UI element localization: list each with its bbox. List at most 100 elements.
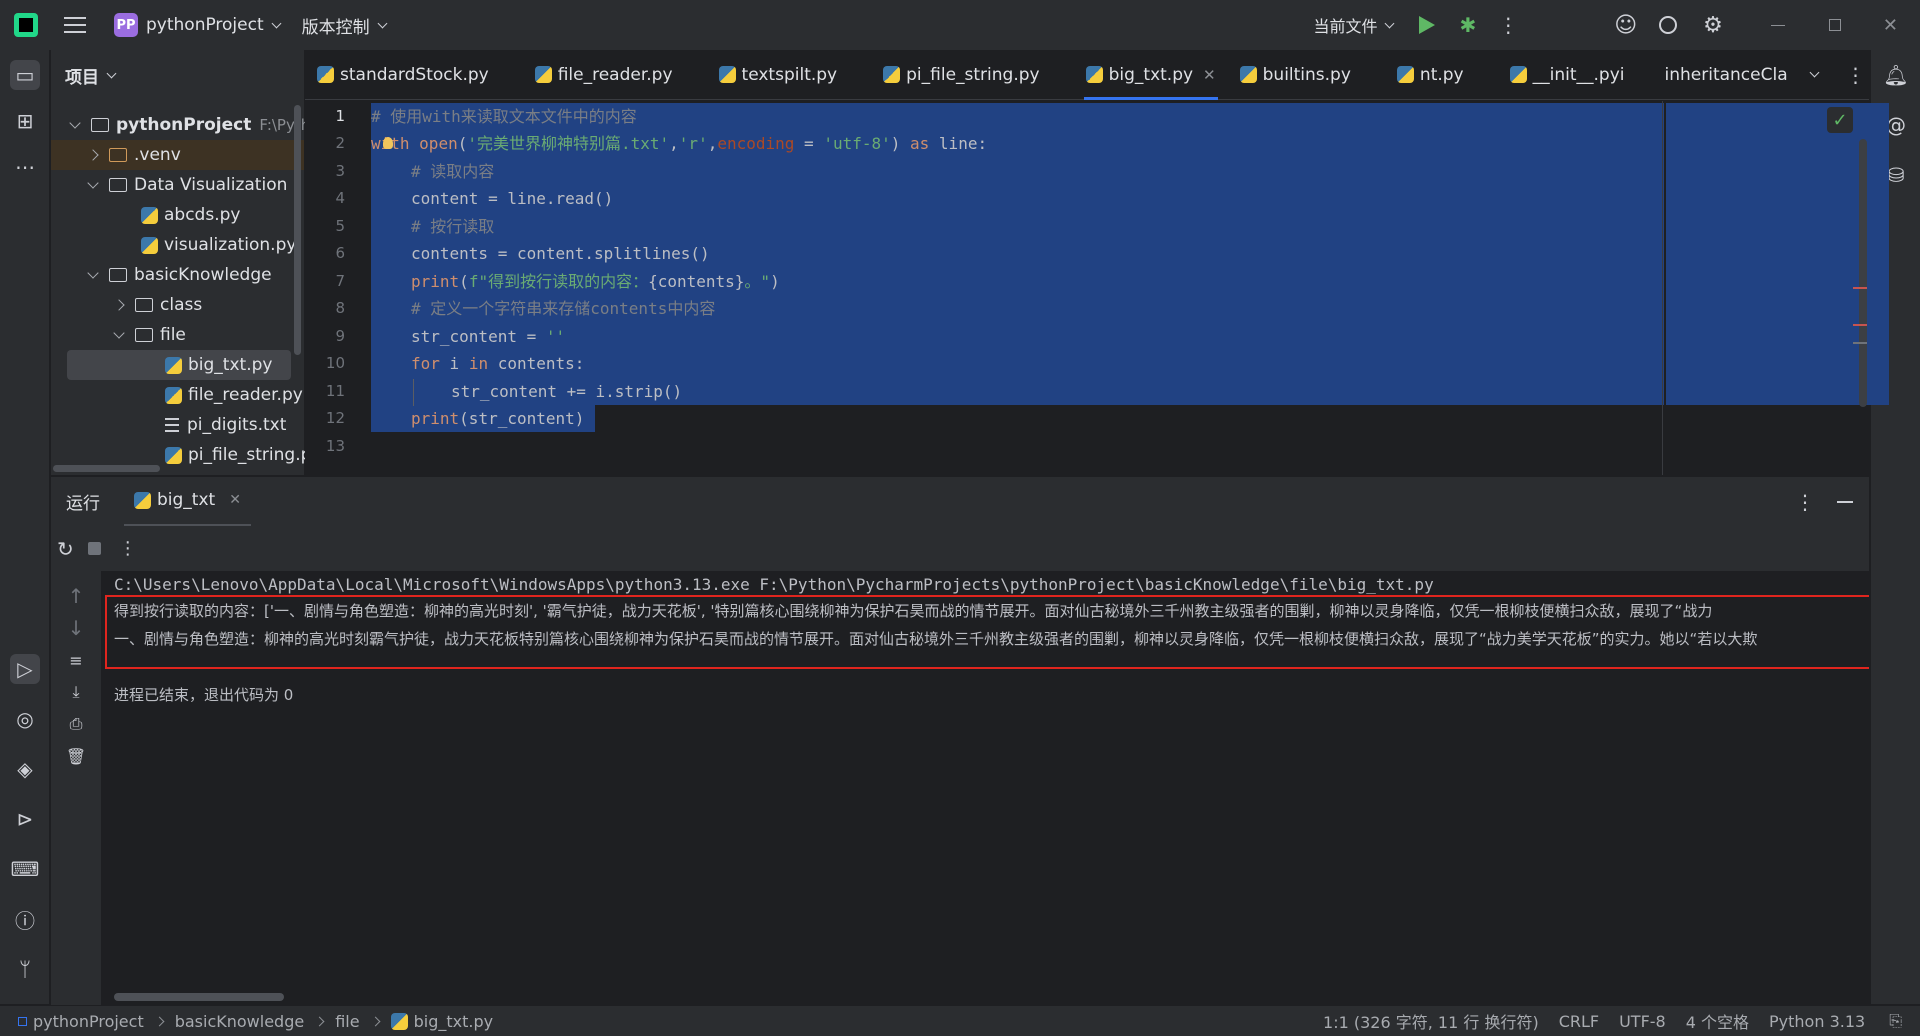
- tab-big-txt[interactable]: big_txt.py ✕: [1074, 50, 1228, 100]
- arrow-down-icon[interactable]: ↓: [61, 613, 91, 643]
- project-tool-icon[interactable]: ▭: [10, 60, 40, 90]
- tree-item-file-reader[interactable]: file_reader.py: [165, 380, 303, 410]
- tab-textspilt[interactable]: textspilt.py: [707, 50, 850, 100]
- tree-item-data-visualization[interactable]: Data Visualization: [87, 170, 287, 200]
- tabs-more-icon[interactable]: ⋮: [1846, 63, 1866, 87]
- git-icon[interactable]: ᛘ: [10, 954, 40, 984]
- arrow-up-icon[interactable]: ↑: [61, 581, 91, 611]
- breadcrumb-project[interactable]: pythonProject: [33, 1012, 144, 1031]
- read-only-lock-icon[interactable]: ⎘: [1889, 1011, 1902, 1031]
- close-tab-icon[interactable]: ✕: [1203, 66, 1216, 84]
- tab-pi-file-string[interactable]: pi_file_string.py: [871, 50, 1051, 100]
- tab-file-reader[interactable]: file_reader.py: [523, 50, 685, 100]
- restore-icon[interactable]: [1828, 19, 1841, 31]
- project-panel-header[interactable]: 项目: [51, 50, 304, 100]
- run-panel-more-icon[interactable]: ⋮: [1795, 490, 1815, 514]
- tree-item-abcds[interactable]: abcds.py: [141, 200, 240, 230]
- minimize-icon[interactable]: [1770, 24, 1785, 26]
- tree-item-visualization[interactable]: visualization.py: [141, 230, 296, 260]
- print-icon[interactable]: ⎙: [61, 709, 91, 739]
- breadcrumb-subfolder[interactable]: file: [335, 1012, 359, 1031]
- project-scrollbar-horizontal[interactable]: [53, 465, 160, 472]
- run-console[interactable]: C:\Users\Lenovo\AppData\Local\Microsoft\…: [101, 571, 1869, 1005]
- console-scrollbar-horizontal[interactable]: [114, 993, 284, 1001]
- tab-standardstock[interactable]: standardStock.py: [305, 50, 501, 100]
- run-config-selector[interactable]: 当前文件: [1313, 13, 1395, 37]
- run-icon[interactable]: [1419, 16, 1436, 34]
- close-run-tab-icon[interactable]: ✕: [229, 492, 241, 508]
- search-icon[interactable]: [1659, 16, 1678, 34]
- soft-wrap-icon[interactable]: ≡: [61, 645, 91, 675]
- hide-panel-icon[interactable]: [1837, 500, 1853, 503]
- project-scrollbar-vertical[interactable]: [294, 105, 301, 355]
- run-tab-big-txt[interactable]: big_txt ✕: [124, 477, 251, 527]
- breadcrumb-file[interactable]: big_txt.py: [414, 1012, 493, 1031]
- expand-arrow-icon[interactable]: [113, 327, 125, 339]
- editor-scrollbar[interactable]: [1859, 139, 1867, 407]
- breadcrumb-folder[interactable]: basicKnowledge: [175, 1012, 305, 1031]
- tree-item-label: class: [160, 295, 203, 315]
- expand-arrow-icon[interactable]: [87, 267, 99, 279]
- tree-item-big-txt[interactable]: big_txt.py: [67, 350, 291, 380]
- project-name: pythonProject: [146, 15, 264, 35]
- tree-item-class[interactable]: class: [113, 290, 203, 320]
- project-badge[interactable]: PP: [114, 13, 138, 37]
- python-interpreter[interactable]: Python 3.13: [1769, 1012, 1865, 1031]
- run-tool-icon[interactable]: ▷: [10, 654, 40, 684]
- notifications-icon[interactable]: 🔔︎: [1881, 60, 1911, 90]
- python-file-icon: [141, 206, 158, 224]
- error-stripe-marker: [1853, 287, 1867, 289]
- python-packages-icon[interactable]: ◈: [10, 754, 40, 784]
- tree-item-pi-file-string[interactable]: pi_file_string.py: [165, 440, 321, 470]
- account-icon[interactable]: ☺: [1614, 13, 1637, 38]
- terminal-icon[interactable]: ⌨: [10, 854, 40, 884]
- stop-icon[interactable]: [87, 542, 101, 555]
- expand-arrow-icon[interactable]: [69, 117, 81, 129]
- problems-icon[interactable]: ⓘ: [10, 904, 40, 934]
- tab-label: file_reader.py: [557, 64, 673, 85]
- expand-arrow-icon[interactable]: [87, 177, 99, 189]
- services-icon[interactable]: ⊳: [10, 804, 40, 834]
- settings-icon[interactable]: ⚙: [1703, 13, 1723, 38]
- tree-root[interactable]: pythonProject F:\Pytho: [69, 110, 319, 140]
- indent-setting[interactable]: 4 个空格: [1686, 1009, 1749, 1033]
- line-number: 10: [325, 354, 345, 372]
- tree-item-venv[interactable]: .venv: [51, 140, 304, 170]
- main-menu-icon[interactable]: [64, 17, 86, 33]
- expand-arrow-icon[interactable]: [87, 149, 99, 161]
- rerun-icon[interactable]: ↻: [57, 537, 74, 561]
- lightbulb-icon[interactable]: [383, 137, 393, 149]
- file-encoding[interactable]: UTF-8: [1619, 1012, 1666, 1031]
- highlight-annotation-box: [105, 595, 1869, 669]
- expand-arrow-icon[interactable]: [113, 299, 125, 311]
- code-editor[interactable]: 1 2 3 4 5 6 7 8 9 10 11 12 13 # 使用with来读…: [305, 101, 1889, 475]
- project-selector[interactable]: pythonProject: [146, 15, 282, 35]
- more-tools-icon[interactable]: ⋯: [10, 152, 40, 182]
- tab-init-pyi[interactable]: __init__.pyi: [1498, 50, 1637, 100]
- caret-position[interactable]: 1:1 (326 字符, 11 行 换行符): [1323, 1009, 1539, 1033]
- tree-item-basicknowledge[interactable]: basicKnowledge: [87, 260, 272, 290]
- vcs-menu[interactable]: 版本控制: [302, 13, 388, 38]
- python-file-icon: [317, 66, 334, 83]
- python-file-icon: [883, 66, 901, 83]
- chevron-down-icon: [377, 18, 388, 28]
- code-line-1: # 使用with来读取文本文件中的内容: [371, 107, 637, 126]
- run-tab-label: big_txt: [157, 490, 216, 510]
- python-console-icon[interactable]: ◎: [10, 704, 40, 734]
- inspection-ok-icon[interactable]: ✓: [1827, 107, 1853, 133]
- tree-item-file[interactable]: file: [113, 320, 186, 350]
- tree-item-pi-digits[interactable]: pi_digits.txt: [165, 410, 286, 440]
- debug-icon[interactable]: ✱: [1459, 13, 1476, 37]
- tab-builtins[interactable]: builtins.py: [1228, 50, 1363, 100]
- tab-nt[interactable]: nt.py: [1385, 50, 1476, 100]
- more-actions-icon[interactable]: ⋮: [1498, 13, 1518, 37]
- close-window-icon[interactable]: ✕: [1883, 15, 1898, 36]
- trash-icon[interactable]: 🗑︎: [61, 741, 91, 771]
- structure-tool-icon[interactable]: ⊞: [10, 106, 40, 136]
- run-toolbar-more-icon[interactable]: ⋮: [119, 538, 137, 559]
- line-separator[interactable]: CRLF: [1559, 1012, 1599, 1031]
- python-file-icon: [390, 1012, 408, 1030]
- tab-inheritance[interactable]: inheritanceCla: [1647, 50, 1797, 100]
- scroll-to-end-icon[interactable]: ⤓: [61, 677, 91, 707]
- tabs-overflow-chevron-icon[interactable]: [1809, 67, 1819, 78]
